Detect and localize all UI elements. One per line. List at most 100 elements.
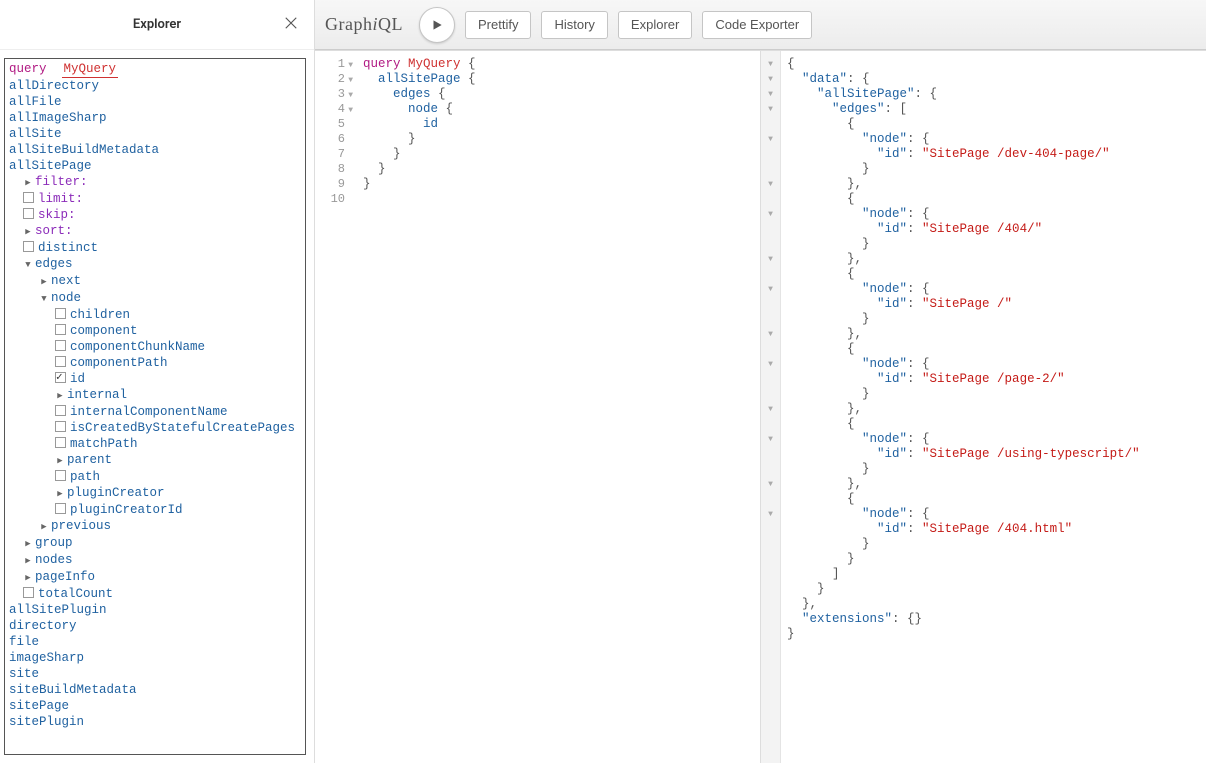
field-component[interactable]: component bbox=[5, 323, 305, 339]
field-nodes[interactable]: nodes bbox=[5, 552, 305, 569]
chevron-right-icon[interactable] bbox=[55, 388, 65, 404]
checkbox-icon[interactable] bbox=[55, 421, 66, 432]
fold-icon[interactable]: ▼ bbox=[761, 207, 780, 222]
checkbox-icon[interactable] bbox=[55, 308, 66, 319]
checkbox-icon[interactable] bbox=[55, 470, 66, 481]
field-node[interactable]: node bbox=[5, 290, 305, 307]
fold-icon[interactable]: ▼ bbox=[348, 73, 353, 88]
fold-icon[interactable]: ▼ bbox=[348, 88, 353, 103]
chevron-down-icon[interactable] bbox=[39, 291, 49, 307]
field-isCreatedByStatefulCreatePages[interactable]: isCreatedByStatefulCreatePages bbox=[5, 420, 305, 436]
field-sitePage[interactable]: sitePage bbox=[5, 698, 305, 714]
chevron-right-icon[interactable] bbox=[23, 536, 33, 552]
fold-icon[interactable]: ▼ bbox=[761, 102, 780, 117]
field-internal[interactable]: internal bbox=[5, 387, 305, 404]
checkbox-icon[interactable] bbox=[55, 437, 66, 448]
field-sitePlugin[interactable]: sitePlugin bbox=[5, 714, 305, 730]
fold-icon[interactable]: ▼ bbox=[761, 87, 780, 102]
fold-icon[interactable]: ▼ bbox=[761, 57, 780, 72]
fold-icon[interactable]: ▼ bbox=[761, 327, 780, 342]
code-area[interactable]: query MyQuery { allSitePage { edges { no… bbox=[351, 51, 760, 763]
checkbox-icon[interactable] bbox=[55, 372, 66, 383]
chevron-right-icon[interactable] bbox=[55, 486, 65, 502]
field-pluginCreator[interactable]: pluginCreator bbox=[5, 485, 305, 502]
code-exporter-button[interactable]: Code Exporter bbox=[702, 11, 812, 39]
fold-icon[interactable]: ▼ bbox=[348, 103, 353, 118]
fold-icon[interactable]: ▼ bbox=[761, 357, 780, 372]
field-path[interactable]: path bbox=[5, 469, 305, 485]
field-internalComponentName[interactable]: internalComponentName bbox=[5, 404, 305, 420]
field-file[interactable]: file bbox=[5, 634, 305, 650]
field-allSitePlugin[interactable]: allSitePlugin bbox=[5, 602, 305, 618]
history-button[interactable]: History bbox=[541, 11, 607, 39]
arg-skip[interactable]: skip: bbox=[5, 207, 305, 223]
field-next[interactable]: next bbox=[5, 273, 305, 290]
query-name-input[interactable]: MyQuery bbox=[62, 61, 119, 78]
fold-icon[interactable]: ▼ bbox=[761, 72, 780, 87]
field-edges[interactable]: edges bbox=[5, 256, 305, 273]
close-icon[interactable] bbox=[282, 14, 300, 36]
field-previous[interactable]: previous bbox=[5, 518, 305, 535]
field-children[interactable]: children bbox=[5, 307, 305, 323]
chevron-down-icon[interactable] bbox=[23, 257, 33, 273]
fold-icon[interactable]: ▼ bbox=[761, 477, 780, 492]
chevron-right-icon[interactable] bbox=[23, 224, 33, 240]
field-componentChunkName[interactable]: componentChunkName bbox=[5, 339, 305, 355]
checkbox-icon[interactable] bbox=[23, 587, 34, 598]
explorer-button[interactable]: Explorer bbox=[618, 11, 692, 39]
fold-icon[interactable]: ▼ bbox=[761, 507, 780, 522]
fold-icon[interactable]: ▼ bbox=[761, 252, 780, 267]
field-group[interactable]: group bbox=[5, 535, 305, 552]
field-distinct[interactable]: distinct bbox=[5, 240, 305, 256]
result-viewer[interactable]: ▼▼▼▼▼▼▼▼▼▼▼▼▼▼▼ { "data": { "allSitePage… bbox=[761, 51, 1206, 763]
field-siteBuildMetadata[interactable]: siteBuildMetadata bbox=[5, 682, 305, 698]
checkbox-icon[interactable] bbox=[23, 192, 34, 203]
prettify-button[interactable]: Prettify bbox=[465, 11, 531, 39]
checkbox-icon[interactable] bbox=[55, 324, 66, 335]
field-allSite[interactable]: allSite bbox=[5, 126, 305, 142]
field-totalCount[interactable]: totalCount bbox=[5, 586, 305, 602]
arg-sort[interactable]: sort: bbox=[5, 223, 305, 240]
query-editor[interactable]: 1▼2▼3▼4▼5678910 query MyQuery { allSiteP… bbox=[315, 51, 761, 763]
query-signature[interactable]: query MyQuery bbox=[5, 61, 305, 78]
field-componentPath[interactable]: componentPath bbox=[5, 355, 305, 371]
chevron-right-icon[interactable] bbox=[39, 519, 49, 535]
checkbox-icon[interactable] bbox=[23, 208, 34, 219]
result-gutter: ▼▼▼▼▼▼▼▼▼▼▼▼▼▼▼ bbox=[761, 51, 781, 763]
fold-icon[interactable]: ▼ bbox=[348, 58, 353, 73]
field-imageSharp[interactable]: imageSharp bbox=[5, 650, 305, 666]
fold-icon[interactable]: ▼ bbox=[761, 402, 780, 417]
checkbox-icon[interactable] bbox=[23, 241, 34, 252]
fold-icon[interactable]: ▼ bbox=[761, 132, 780, 147]
chevron-right-icon[interactable] bbox=[23, 553, 33, 569]
execute-button[interactable] bbox=[419, 7, 455, 43]
field-site[interactable]: site bbox=[5, 666, 305, 682]
arg-filter[interactable]: filter: bbox=[5, 174, 305, 191]
checkbox-icon[interactable] bbox=[55, 340, 66, 351]
field-matchPath[interactable]: matchPath bbox=[5, 436, 305, 452]
field-directory[interactable]: directory bbox=[5, 618, 305, 634]
field-allFile[interactable]: allFile bbox=[5, 94, 305, 110]
field-allSitePage[interactable]: allSitePage bbox=[5, 158, 305, 174]
checkbox-icon[interactable] bbox=[55, 405, 66, 416]
field-parent[interactable]: parent bbox=[5, 452, 305, 469]
chevron-right-icon[interactable] bbox=[23, 570, 33, 586]
field-pageInfo[interactable]: pageInfo bbox=[5, 569, 305, 586]
checkbox-icon[interactable] bbox=[55, 356, 66, 367]
field-allDirectory[interactable]: allDirectory bbox=[5, 78, 305, 94]
field-pluginCreatorId[interactable]: pluginCreatorId bbox=[5, 502, 305, 518]
field-allImageSharp[interactable]: allImageSharp bbox=[5, 110, 305, 126]
fold-icon[interactable]: ▼ bbox=[761, 177, 780, 192]
chevron-right-icon[interactable] bbox=[39, 274, 49, 290]
chevron-right-icon[interactable] bbox=[23, 175, 33, 191]
fold-icon[interactable]: ▼ bbox=[761, 282, 780, 297]
fold-icon[interactable]: ▼ bbox=[761, 432, 780, 447]
arg-limit[interactable]: limit: bbox=[5, 191, 305, 207]
toolbar: GraphiQL Prettify History Explorer Code … bbox=[315, 0, 1206, 50]
checkbox-icon[interactable] bbox=[55, 503, 66, 514]
explorer-tree[interactable]: query MyQuery allDirectoryallFileallImag… bbox=[4, 58, 306, 755]
chevron-right-icon[interactable] bbox=[55, 453, 65, 469]
field-allSiteBuildMetadata[interactable]: allSiteBuildMetadata bbox=[5, 142, 305, 158]
field-id[interactable]: id bbox=[5, 371, 305, 387]
graphiql-logo: GraphiQL bbox=[325, 14, 403, 35]
